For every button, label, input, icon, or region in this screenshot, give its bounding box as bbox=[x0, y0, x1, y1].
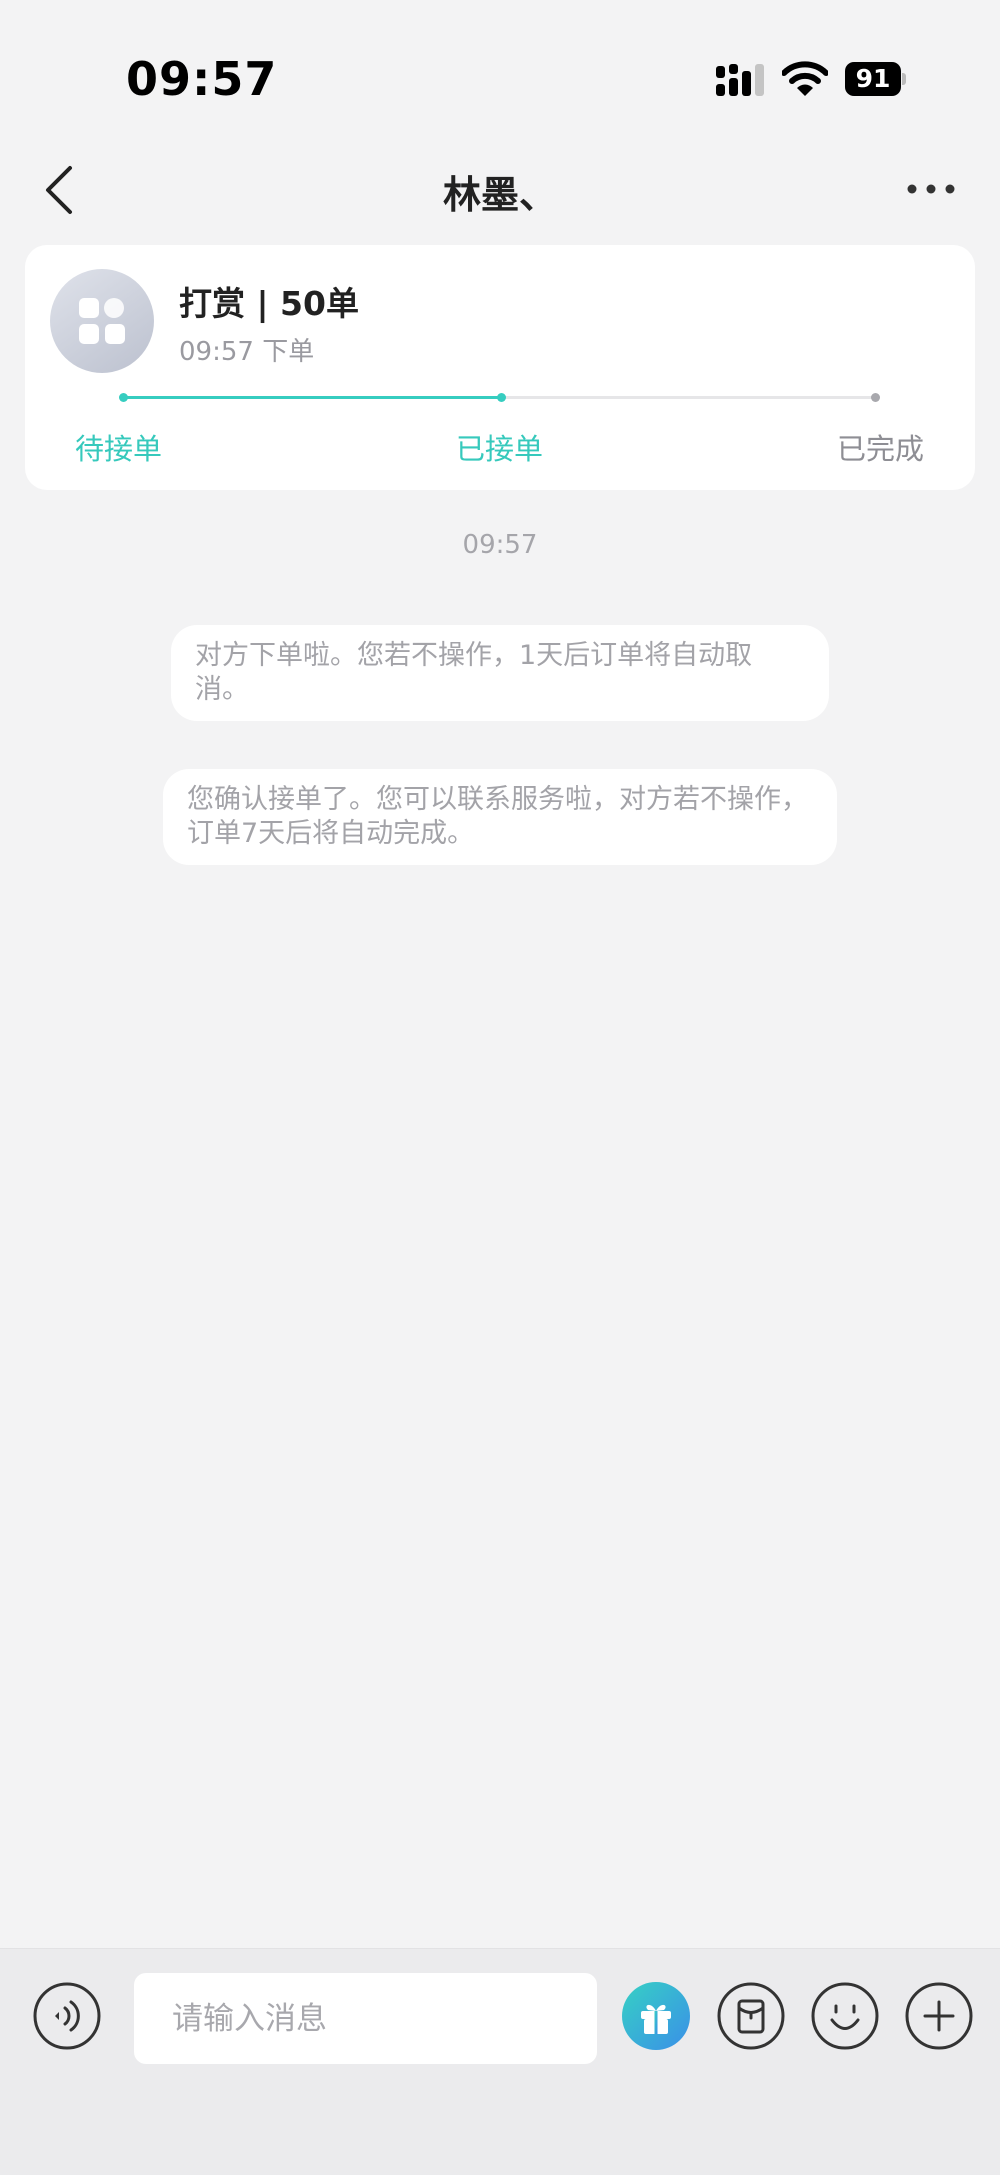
status-time: 09:57 bbox=[126, 52, 278, 106]
order-progress: 待接单 已接单 已完成 bbox=[25, 390, 975, 480]
plus-icon[interactable] bbox=[904, 1981, 974, 2051]
progress-dot-3 bbox=[871, 393, 880, 402]
composer-bar bbox=[0, 1948, 1000, 2175]
gift-icon[interactable] bbox=[621, 1981, 691, 2051]
battery-level: 91 bbox=[845, 62, 901, 96]
voice-icon[interactable] bbox=[32, 1981, 102, 2051]
system-message: 对方下单啦。您若不操作，1天后订单将自动取消。 bbox=[171, 625, 829, 721]
more-icon[interactable] bbox=[906, 176, 956, 202]
order-title: 打赏 | 50单 bbox=[179, 284, 359, 323]
order-avatar bbox=[50, 269, 154, 373]
signal-icon bbox=[716, 64, 764, 96]
message-input[interactable] bbox=[134, 1973, 597, 2064]
chat-timestamp: 09:57 bbox=[462, 530, 538, 560]
red-packet-icon[interactable] bbox=[716, 1981, 786, 2051]
battery-icon: 91 bbox=[845, 62, 906, 96]
page-title: 林墨、 bbox=[442, 173, 557, 217]
system-message: 您确认接单了。您可以联系服务啦，对方若不操作，订单7天后将自动完成。 bbox=[163, 769, 837, 865]
apps-icon bbox=[79, 298, 125, 344]
status-bar: 09:57 91 bbox=[0, 0, 1000, 150]
wifi-icon bbox=[782, 61, 828, 96]
emoji-icon[interactable] bbox=[810, 1981, 880, 2051]
step-label-pending: 待接单 bbox=[75, 432, 163, 466]
step-label-completed: 已完成 bbox=[837, 432, 925, 466]
progress-fill bbox=[123, 396, 499, 399]
order-time: 09:57 下单 bbox=[179, 337, 315, 367]
progress-dot-2 bbox=[497, 393, 506, 402]
progress-dot-1 bbox=[119, 393, 128, 402]
step-label-accepted: 已接单 bbox=[456, 432, 544, 466]
nav-bar: 林墨、 bbox=[0, 150, 1000, 230]
order-card[interactable]: 打赏 | 50单 09:57 下单 待接单 已接单 已完成 bbox=[25, 245, 975, 490]
